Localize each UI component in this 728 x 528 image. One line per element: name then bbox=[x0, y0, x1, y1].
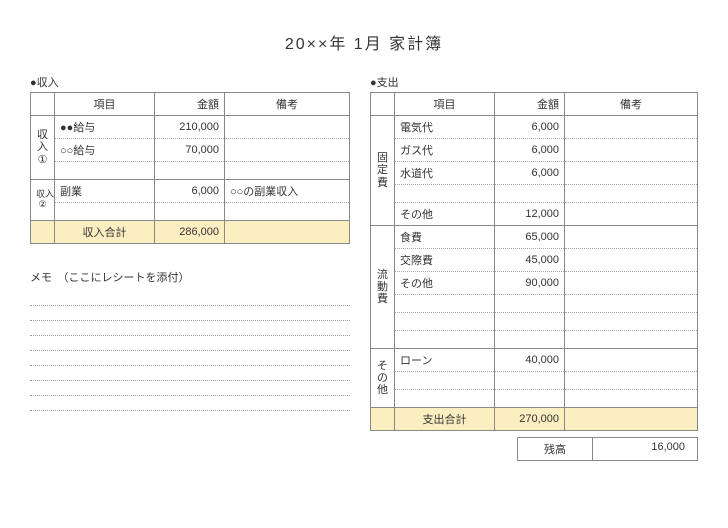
balance-amount: 16,000 bbox=[593, 437, 698, 461]
cell-amount bbox=[495, 295, 565, 313]
cell-item: ガス代 bbox=[395, 139, 495, 162]
cell-note bbox=[565, 162, 698, 185]
th-item: 項目 bbox=[395, 93, 495, 116]
cell-note bbox=[565, 185, 698, 203]
cell-amount bbox=[495, 331, 565, 349]
cell-item bbox=[395, 372, 495, 390]
expense-total-label: 支出合計 bbox=[395, 408, 495, 431]
cell-item bbox=[55, 162, 155, 180]
cell-item: その他 bbox=[395, 272, 495, 295]
cell-item bbox=[395, 313, 495, 331]
cell-item: 副業 bbox=[55, 180, 155, 203]
cell-item: ○○給与 bbox=[55, 139, 155, 162]
cell-amount: 12,000 bbox=[495, 203, 565, 226]
th-amount: 金額 bbox=[495, 93, 565, 116]
cell-amount: 70,000 bbox=[155, 139, 225, 162]
cell-amount bbox=[495, 372, 565, 390]
balance-label: 残高 bbox=[517, 437, 593, 461]
income-side-2: 収入② bbox=[31, 180, 55, 221]
memo-line bbox=[30, 321, 350, 336]
memo-line bbox=[30, 291, 350, 306]
cell-note bbox=[565, 295, 698, 313]
cell-item bbox=[395, 185, 495, 203]
cell-note bbox=[565, 349, 698, 372]
expense-side-other: その他 bbox=[371, 349, 395, 408]
expense-side-fixed: 固定費 bbox=[371, 116, 395, 226]
cell-amount: 40,000 bbox=[495, 349, 565, 372]
cell-note bbox=[565, 313, 698, 331]
cell-amount: 6,000 bbox=[495, 162, 565, 185]
cell-item bbox=[395, 390, 495, 408]
expense-table: 項目 金額 備考 固定費 電気代 6,000 ガス代6,000 水道代6,000… bbox=[370, 92, 698, 431]
income-side-1: 収入① bbox=[31, 116, 55, 180]
expense-heading: ●支出 bbox=[370, 74, 698, 90]
cell-note bbox=[225, 116, 350, 139]
cell-note bbox=[565, 139, 698, 162]
cell-item: ローン bbox=[395, 349, 495, 372]
cell-note bbox=[565, 116, 698, 139]
cell-item: 食費 bbox=[395, 226, 495, 249]
cell-note bbox=[225, 139, 350, 162]
memo-line bbox=[30, 381, 350, 396]
cell-amount: 45,000 bbox=[495, 249, 565, 272]
cell-amount bbox=[495, 185, 565, 203]
expense-total-amount: 270,000 bbox=[495, 408, 565, 431]
cell-amount: 65,000 bbox=[495, 226, 565, 249]
cell-item bbox=[395, 295, 495, 313]
memo-line bbox=[30, 351, 350, 366]
page-title: 20××年 1月 家計簿 bbox=[30, 30, 698, 54]
cell-amount: 210,000 bbox=[155, 116, 225, 139]
cell-note bbox=[565, 272, 698, 295]
cell-note bbox=[565, 226, 698, 249]
cell-amount: 6,000 bbox=[155, 180, 225, 203]
cell-amount bbox=[495, 313, 565, 331]
memo-line bbox=[30, 366, 350, 381]
memo-line bbox=[30, 336, 350, 351]
income-total-label: 収入合計 bbox=[55, 221, 155, 244]
expense-side-variable: 流動費 bbox=[371, 226, 395, 349]
cell-item bbox=[55, 203, 155, 221]
cell-item: その他 bbox=[395, 203, 495, 226]
cell-item: 電気代 bbox=[395, 116, 495, 139]
cell-amount: 6,000 bbox=[495, 116, 565, 139]
cell-amount bbox=[495, 390, 565, 408]
memo-line bbox=[30, 306, 350, 321]
cell-item: ●●給与 bbox=[55, 116, 155, 139]
th-item: 項目 bbox=[55, 93, 155, 116]
cell-note bbox=[565, 390, 698, 408]
cell-note bbox=[225, 162, 350, 180]
cell-note: ○○の副業収入 bbox=[225, 180, 350, 203]
th-amount: 金額 bbox=[155, 93, 225, 116]
cell-amount bbox=[155, 162, 225, 180]
th-note: 備考 bbox=[225, 93, 350, 116]
cell-note bbox=[565, 372, 698, 390]
cell-note bbox=[225, 203, 350, 221]
cell-amount bbox=[155, 203, 225, 221]
th-note: 備考 bbox=[565, 93, 698, 116]
cell-note bbox=[565, 331, 698, 349]
cell-item bbox=[395, 331, 495, 349]
memo-line bbox=[30, 396, 350, 411]
memo-heading: メモ （ここにレシートを添付） bbox=[30, 269, 350, 285]
cell-amount: 90,000 bbox=[495, 272, 565, 295]
cell-note bbox=[565, 249, 698, 272]
cell-item: 水道代 bbox=[395, 162, 495, 185]
cell-amount: 6,000 bbox=[495, 139, 565, 162]
cell-note bbox=[565, 203, 698, 226]
income-heading: ●収入 bbox=[30, 74, 350, 90]
income-total-amount: 286,000 bbox=[155, 221, 225, 244]
income-table: 項目 金額 備考 収入① ●●給与 210,000 ○○給与 70,000 bbox=[30, 92, 350, 244]
cell-item: 交際費 bbox=[395, 249, 495, 272]
